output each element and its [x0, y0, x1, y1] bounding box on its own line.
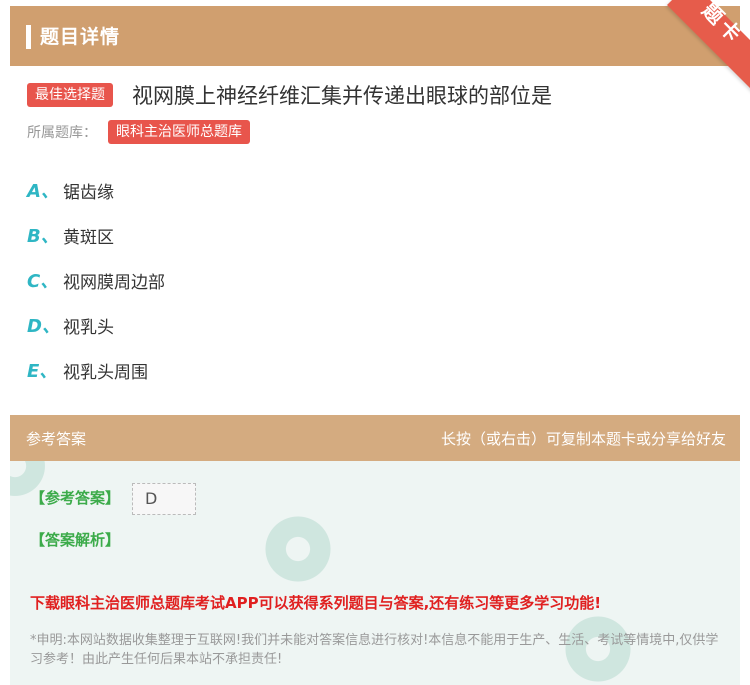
answer-section-title: 参考答案 — [26, 430, 87, 448]
answer-value: D — [145, 489, 158, 508]
option-letter: E、 — [27, 361, 58, 382]
option-text: 黄斑区 — [63, 228, 114, 248]
answer-section-body: 【参考答案】 D 【答案解析】 下载眼科主治医师总题库考试APP可以获得系列题目… — [10, 461, 740, 685]
question-bank-link[interactable]: 眼科主治医师总题库 — [108, 120, 250, 144]
answer-section-header: 参考答案 长按（或右击）可复制本题卡或分享给好友 — [10, 415, 740, 461]
page-title: 题目详情 — [40, 26, 121, 48]
question-type-badge: 最佳选择题 — [27, 83, 113, 107]
option-letter: B、 — [27, 226, 59, 247]
question-text: 视网膜上神经纤维汇集并传递出眼球的部位是 — [132, 84, 552, 108]
option-text: 视乳头 — [63, 318, 114, 338]
option-text: 视乳头周围 — [63, 363, 148, 383]
option-letter: A、 — [27, 181, 59, 202]
answer-image: D — [132, 483, 196, 515]
question-card-ribbon[interactable]: 题卡 — [654, 0, 750, 96]
option-text: 锯齿缘 — [63, 183, 114, 203]
share-hint: 长按（或右击）可复制本题卡或分享给好友 — [440, 430, 726, 448]
header-bar: 题目详情 — [10, 6, 740, 66]
option-text: 视网膜周边部 — [63, 273, 165, 293]
explanation-label: 【答案解析】 — [30, 531, 121, 549]
watermark-logo-icon — [260, 511, 336, 587]
app-download-promo[interactable]: 下载眼科主治医师总题库考试APP可以获得系列题目与答案,还有练习等更多学习功能! — [30, 592, 601, 613]
question-bank-label: 所属题库： — [27, 125, 97, 141]
answer-label: 【参考答案】 — [30, 489, 121, 507]
option-letter: D、 — [27, 316, 60, 337]
option-letter: C、 — [27, 271, 59, 292]
header-accent-bar — [26, 25, 31, 49]
disclaimer-text: *申明:本网站数据收集整理于互联网!我们并未能对答案信息进行核对!本信息不能用于… — [30, 633, 719, 667]
